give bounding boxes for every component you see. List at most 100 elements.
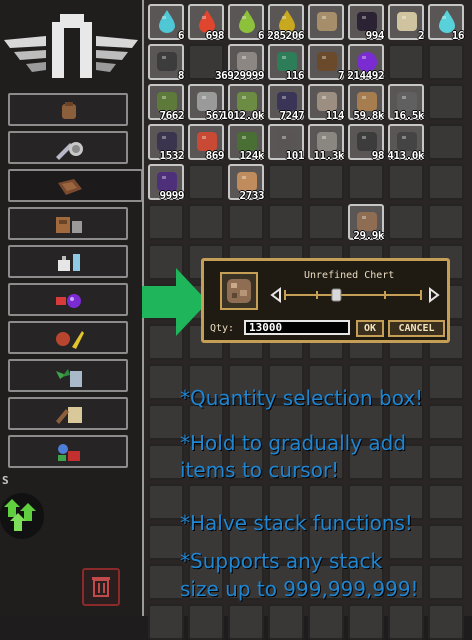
item-count: 6 [177,29,185,42]
inventory-slot[interactable] [428,44,464,80]
quantity-input[interactable]: 13000 [244,320,350,335]
inventory-slot[interactable] [388,164,424,200]
inventory-slot[interactable] [348,604,384,640]
category-plants-button[interactable] [8,359,128,392]
inventory-slot[interactable] [268,164,304,200]
game-logo [4,14,138,78]
category-consumables-button[interactable] [8,283,128,316]
inventory-slot[interactable] [428,204,464,240]
category-tools-button[interactable] [8,131,128,164]
inventory-slot[interactable]: 124k [228,124,264,162]
inventory-slot[interactable] [428,444,464,480]
inventory-slot[interactable]: 994 [348,4,385,42]
inventory-slot[interactable]: 59.8k [348,84,384,122]
inventory-slot[interactable] [228,204,264,240]
quantity-selection-dialog: Unrefined Chert Qty: 13000 OK CANCEL [201,258,450,343]
inventory-slot[interactable]: 6 [148,4,185,42]
inventory-slot[interactable] [148,604,184,640]
potion-icon [56,294,81,308]
inventory-slot[interactable]: 101 [268,124,305,162]
inventory-slot[interactable]: 567 [188,84,225,122]
inventory-slot[interactable] [428,484,464,520]
category-all-button[interactable] [8,93,128,126]
inventory-slot[interactable] [188,204,224,240]
inventory-slot[interactable]: 114 [308,84,345,122]
ok-button[interactable]: OK [356,320,384,337]
inventory-slot[interactable]: 869 [188,124,225,162]
inventory-slot[interactable]: 9999 [148,164,184,202]
inventory-slot[interactable] [148,524,184,560]
inventory-slot[interactable]: 7 [308,44,345,82]
category-food-button[interactable] [8,321,128,354]
inventory-slot[interactable]: 116 [268,44,305,82]
inventory-slot[interactable]: 7247 [268,84,304,122]
inventory-slot[interactable]: 1532 [148,124,184,162]
inventory-slot[interactable]: 11.3k [308,124,344,162]
inventory-slot[interactable]: 6 [228,4,265,42]
inventory-slot[interactable] [388,204,424,240]
category-crafting-button[interactable] [8,397,128,430]
deposit-all-button[interactable] [0,493,44,539]
inventory-slot[interactable]: 16 [428,4,465,42]
inventory-slot[interactable] [308,164,344,200]
inventory-slot[interactable]: 98 [348,124,385,162]
item-count: 1012.0k [221,109,264,122]
inventory-slot[interactable] [428,124,464,160]
item-count: 7 [337,69,345,82]
inventory-slot[interactable]: 16.5k [388,84,424,122]
inventory-slot[interactable] [428,564,464,600]
inventory-slot[interactable] [188,164,224,200]
inventory-slot[interactable] [188,604,224,640]
inventory-slot[interactable] [148,444,184,480]
inventory-slot[interactable]: 413.0k [387,124,424,162]
inventory-slot[interactable]: 2733 [228,164,264,202]
inventory-slot[interactable]: 214492 [347,44,384,82]
inventory-slot[interactable] [348,164,384,200]
quantity-slider[interactable] [270,287,440,303]
category-misc-button[interactable] [8,435,128,468]
furniture-icon [56,217,82,233]
inventory-slot[interactable] [428,604,464,640]
inventory-slot[interactable] [428,84,464,120]
inventory-slot[interactable] [148,564,184,600]
inventory-slot[interactable]: 29.9k [348,204,384,242]
category-placeables-button[interactable] [8,245,128,278]
inventory-slot[interactable] [228,604,264,640]
leather-icon [58,179,82,195]
cancel-button[interactable]: CANCEL [388,320,445,337]
inventory-slot[interactable] [308,604,344,640]
trash-slot[interactable] [82,568,120,606]
item-count: 16.5k [393,109,424,122]
inventory-slot[interactable] [148,204,184,240]
annotation-any-stack: *Supports any stack [180,549,383,573]
inventory-slot[interactable] [428,524,464,560]
inventory-slot[interactable] [428,404,464,440]
qty-label: Qty: [210,323,235,334]
inventory-slot[interactable] [308,204,344,240]
item-count: 2 [417,29,425,42]
inventory-slot[interactable] [388,44,424,80]
inventory-slot[interactable] [428,164,464,200]
category-furniture-button[interactable] [8,207,128,240]
inventory-slot[interactable] [148,404,184,440]
inventory-slot[interactable] [148,364,184,400]
inventory-slot[interactable] [388,604,424,640]
inventory-slot[interactable] [428,364,464,400]
inventory-slot[interactable]: 7662 [148,84,184,122]
inventory-slot[interactable]: 8 [148,44,185,82]
inventory-slot[interactable] [268,204,304,240]
inventory-slot[interactable] [268,604,304,640]
inventory-slot[interactable] [308,4,344,40]
inventory-slot[interactable]: 698 [188,4,225,42]
inventory-slot[interactable]: 285206 [267,4,304,42]
inventory-slot[interactable] [148,484,184,520]
water-droplet-icon [159,10,175,33]
inventory-slot[interactable]: 36929999 [215,44,264,82]
item-count: 16 [451,29,465,42]
up-arrows-icon [4,499,36,531]
item-count: 6 [257,29,265,42]
category-materials-button[interactable] [8,169,143,202]
inventory-slot[interactable]: 1012.0k [221,84,264,122]
inventory-slot[interactable]: 2 [388,4,425,42]
annotation-hold-add-2: items to cursor! [180,458,340,482]
